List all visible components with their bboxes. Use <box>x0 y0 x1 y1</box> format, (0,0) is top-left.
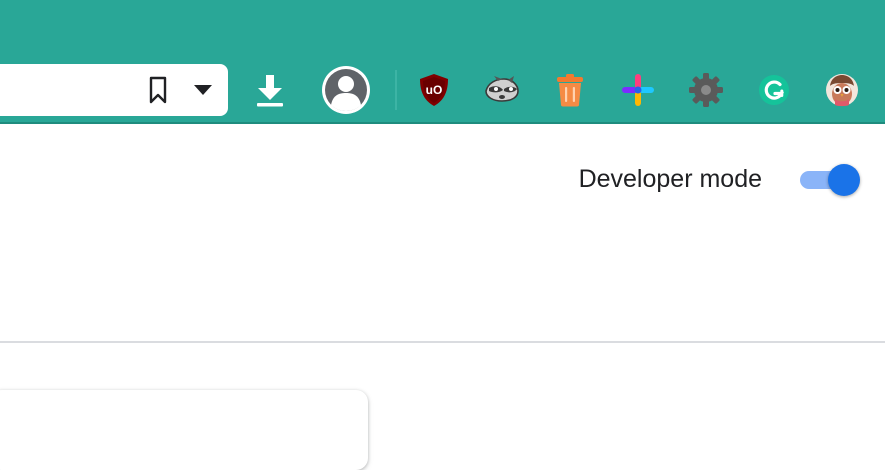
omnibox-dropdown-button[interactable] <box>186 64 220 116</box>
owl-avatar-icon <box>826 74 858 107</box>
extension-gear[interactable] <box>682 64 730 116</box>
colorful-cross-icon <box>622 74 654 106</box>
developer-mode-toggle[interactable] <box>798 164 862 196</box>
raccoon-icon <box>485 76 519 102</box>
grammarly-icon <box>759 75 789 105</box>
extension-raccoon[interactable] <box>478 64 526 116</box>
caret-down-icon <box>194 85 212 95</box>
extension-trash[interactable] <box>546 64 594 116</box>
header-divider <box>0 341 885 343</box>
bookmark-outline-icon <box>149 76 167 104</box>
ublock-origin-icon: uO <box>420 74 448 106</box>
extension-ublock-origin[interactable]: uO <box>410 64 458 116</box>
bookmark-button[interactable] <box>140 64 176 116</box>
profile-button[interactable] <box>320 64 372 116</box>
extension-grammarly[interactable] <box>750 64 798 116</box>
profile-avatar-icon <box>322 66 370 114</box>
trash-can-icon <box>557 74 583 107</box>
developer-mode-label: Developer mode <box>578 165 762 193</box>
downloads-button[interactable] <box>244 64 296 116</box>
toolbar-separator <box>395 70 397 110</box>
browser-toolbar: uO <box>0 0 885 124</box>
toggle-knob <box>828 164 860 196</box>
svg-text:uO: uO <box>426 83 443 97</box>
extension-colorful-cross[interactable] <box>614 64 662 116</box>
download-icon <box>257 75 283 107</box>
address-bar[interactable] <box>0 64 228 116</box>
extension-card <box>0 390 368 470</box>
gear-icon <box>689 73 723 107</box>
extension-owl-avatar[interactable] <box>818 64 866 116</box>
